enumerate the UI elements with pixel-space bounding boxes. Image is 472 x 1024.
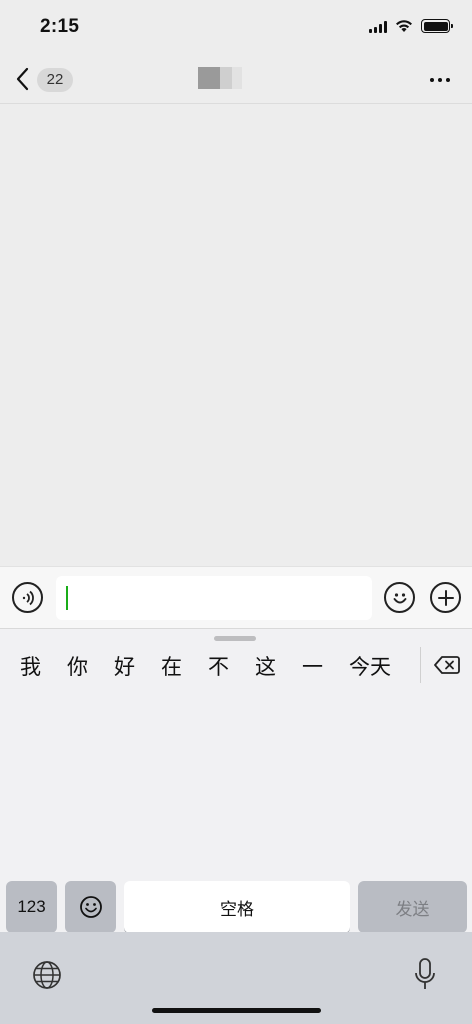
wifi-icon xyxy=(396,20,412,32)
status-icons xyxy=(369,19,453,33)
nav-bar: 22 xyxy=(0,56,472,104)
candidate-word[interactable]: 今天 xyxy=(349,651,391,681)
battery-icon xyxy=(421,19,453,33)
emoji-icon[interactable] xyxy=(384,582,415,613)
home-indicator[interactable] xyxy=(152,1008,321,1013)
microphone-icon[interactable] xyxy=(414,958,436,992)
voice-icon[interactable] xyxy=(12,582,43,613)
keyboard-grab-handle[interactable] xyxy=(214,636,256,641)
signal-icon xyxy=(369,20,387,33)
message-input[interactable] xyxy=(56,576,372,620)
candidate-word[interactable]: 我 xyxy=(20,651,41,681)
input-bar xyxy=(0,566,472,628)
keyboard-bottom-tray xyxy=(0,932,472,1024)
text-caret xyxy=(66,586,68,610)
emoji-key[interactable] xyxy=(65,881,116,933)
send-key[interactable]: 发送 xyxy=(358,881,467,933)
numbers-key[interactable]: 123 xyxy=(6,881,57,933)
emoji-icon xyxy=(79,896,102,918)
more-dots-icon[interactable] xyxy=(430,78,450,82)
candidate-bar: 我 你 好 在 不 这 一 今天 xyxy=(20,651,391,681)
status-bar: 2:15 xyxy=(0,0,472,56)
candidate-word[interactable]: 好 xyxy=(114,651,135,681)
chat-title-pixelated xyxy=(198,67,244,89)
candidate-word[interactable]: 你 xyxy=(67,651,88,681)
chevron-left-icon[interactable] xyxy=(14,66,32,92)
status-time: 2:15 xyxy=(40,16,80,37)
space-key[interactable]: 空格 xyxy=(124,881,350,933)
candidate-word[interactable]: 不 xyxy=(208,651,229,681)
candidate-divider xyxy=(420,647,421,683)
candidate-word[interactable]: 在 xyxy=(161,651,182,681)
plus-icon[interactable] xyxy=(430,582,461,613)
unread-count-badge[interactable]: 22 xyxy=(37,68,73,92)
candidate-word[interactable]: 这 xyxy=(255,651,276,681)
candidate-word[interactable]: 一 xyxy=(302,651,323,681)
backspace-icon[interactable] xyxy=(434,655,460,675)
globe-icon[interactable] xyxy=(32,960,62,990)
chat-message-area[interactable] xyxy=(0,105,472,566)
keyboard-function-row: 123 空格 发送 xyxy=(0,874,472,934)
